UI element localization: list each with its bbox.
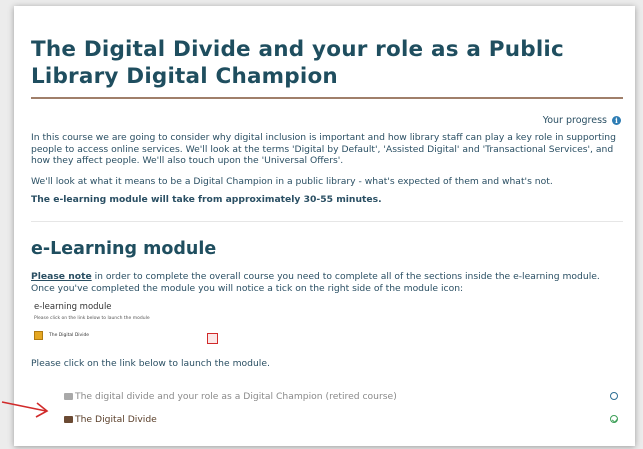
module-link[interactable]: The Digital Divide: [75, 414, 610, 425]
intro-paragraph: In this course we are going to consider …: [31, 132, 616, 166]
note-label: Please note: [31, 271, 92, 282]
title-divider: [31, 97, 623, 99]
embed-link-text: The Digital Divide: [49, 333, 90, 338]
course-card: The Digital Divide and your role as a Pu…: [14, 6, 635, 446]
progress-indicator[interactable]: Your progress i: [543, 115, 621, 126]
intro-paragraph: We'll look at what it means to be a Digi…: [31, 176, 553, 187]
module-icon: [34, 331, 43, 340]
completion-empty-icon: [610, 392, 618, 400]
note-paragraph: Please note in order to complete the ove…: [31, 271, 621, 294]
module-row-digital-divide[interactable]: The Digital Divide: [64, 412, 624, 426]
progress-label: Your progress: [542, 115, 607, 126]
module-row-retired[interactable]: The digital divide and your role as a Di…: [64, 389, 624, 403]
module-example-image: e-learning module Please click on the li…: [31, 302, 331, 354]
red-arrow-icon: [1, 401, 49, 418]
embed-title: e-learning module: [34, 302, 112, 312]
module-link[interactable]: The digital divide and your role as a Di…: [75, 391, 610, 402]
section-heading: e-Learning module: [31, 239, 217, 259]
note-text: in order to complete the overall course …: [31, 271, 600, 294]
embed-module-link: The Digital Divide: [34, 331, 89, 340]
completion-check-icon: [610, 415, 618, 423]
page-title: The Digital Divide and your role as a Pu…: [31, 37, 564, 89]
briefcase-icon: [64, 415, 73, 423]
section-divider: [31, 221, 623, 222]
info-icon[interactable]: i: [612, 116, 621, 125]
briefcase-icon: [64, 392, 73, 400]
tick-highlight-box: [207, 333, 218, 344]
duration-text: The e-learning module will take from app…: [31, 194, 382, 205]
embed-instruction: Please click on the link below to launch…: [34, 316, 150, 321]
launch-instruction: Please click on the link below to launch…: [31, 358, 270, 369]
